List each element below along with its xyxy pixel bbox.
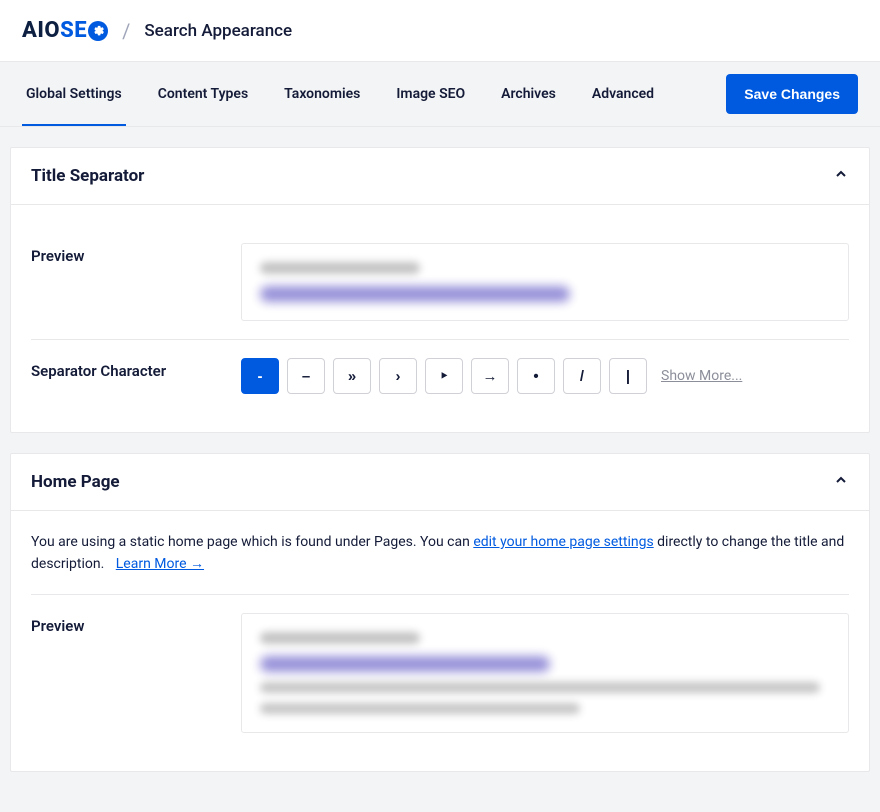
breadcrumb-separator: /: [122, 19, 130, 43]
separator-slash[interactable]: /: [563, 358, 601, 394]
show-more-link[interactable]: Show More...: [661, 368, 742, 384]
page-title: Search Appearance: [144, 21, 292, 41]
gear-icon: [88, 21, 108, 41]
separator-bullet[interactable]: •: [517, 358, 555, 394]
tab-advanced[interactable]: Advanced: [588, 62, 658, 126]
separator-ndash[interactable]: –: [287, 358, 325, 394]
info-prefix: You are using a static home page which i…: [31, 534, 473, 550]
separator-raquo[interactable]: »: [333, 358, 371, 394]
card-title: Home Page: [31, 472, 120, 492]
chevron-up-icon[interactable]: [833, 166, 849, 186]
separator-rsaquo[interactable]: ›: [379, 358, 417, 394]
logo-text-se: SE: [60, 18, 87, 43]
separator-dash[interactable]: -: [241, 358, 279, 394]
preview-label: Preview: [31, 613, 241, 635]
save-button[interactable]: Save Changes: [726, 74, 858, 114]
tab-bar: Global Settings Content Types Taxonomies…: [0, 62, 880, 127]
tab-content-types[interactable]: Content Types: [154, 62, 252, 126]
separator-label: Separator Character: [31, 358, 241, 380]
preview-box: [241, 613, 849, 733]
preview-title-placeholder: [260, 656, 550, 672]
preview-label: Preview: [31, 243, 241, 265]
separator-options: - – » › ‣ → • / | Show More...: [241, 358, 849, 394]
preview-box: [241, 243, 849, 321]
page-header: AIO SE / Search Appearance: [0, 0, 880, 62]
separator-triangle[interactable]: ‣: [425, 358, 463, 394]
tab-global-settings[interactable]: Global Settings: [22, 62, 126, 126]
preview-desc-line-1: [260, 682, 820, 693]
edit-home-settings-link[interactable]: edit your home page settings: [473, 534, 653, 550]
home-page-info: You are using a static home page which i…: [31, 531, 849, 595]
card-title-separator: Title Separator Preview Separator Charac…: [10, 147, 870, 433]
learn-more-link[interactable]: Learn More →: [116, 556, 204, 572]
tab-archives[interactable]: Archives: [497, 62, 560, 126]
preview-desc-line-2: [260, 703, 580, 714]
preview-url-placeholder: [260, 632, 420, 644]
logo-text-aio: AIO: [22, 18, 60, 43]
tab-taxonomies[interactable]: Taxonomies: [280, 62, 364, 126]
preview-url-placeholder: [260, 262, 420, 274]
tab-image-seo[interactable]: Image SEO: [392, 62, 469, 126]
separator-pipe[interactable]: |: [609, 358, 647, 394]
logo[interactable]: AIO SE: [22, 18, 108, 43]
chevron-up-icon[interactable]: [833, 472, 849, 492]
separator-arrow[interactable]: →: [471, 358, 509, 394]
card-title: Title Separator: [31, 166, 144, 186]
card-home-page: Home Page You are using a static home pa…: [10, 453, 870, 772]
preview-title-placeholder: [260, 286, 570, 302]
